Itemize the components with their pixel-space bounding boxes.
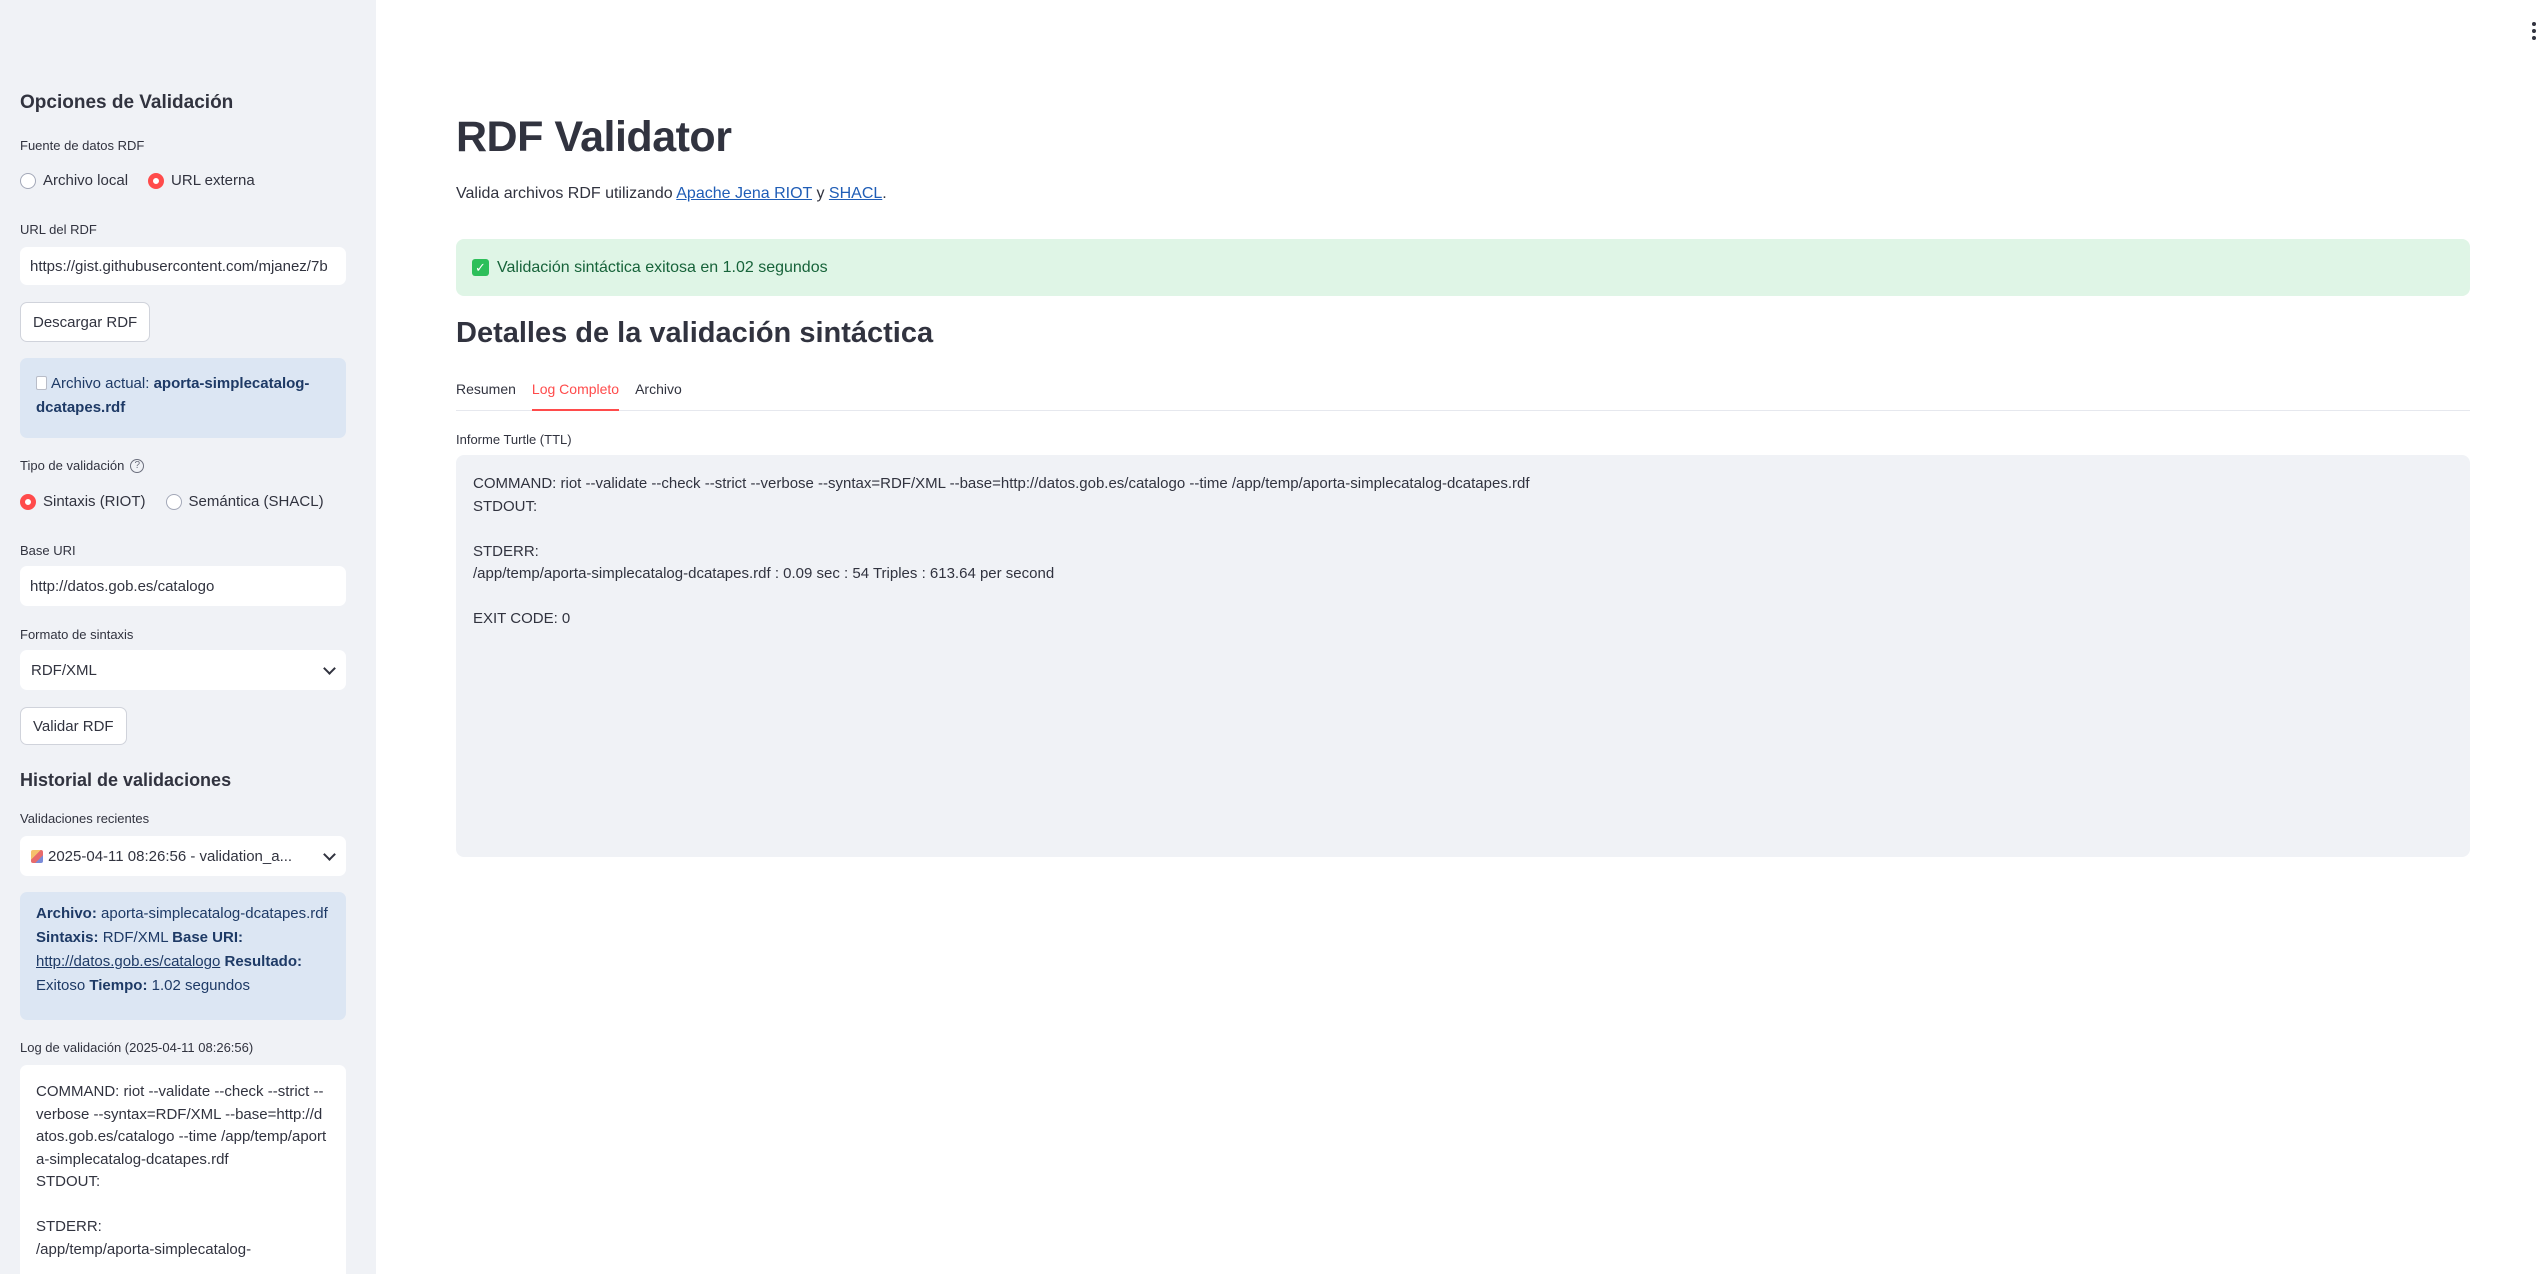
sidebar-title: Opciones de Validación [20,92,234,113]
radio-sintaxis[interactable]: Sintaxis (RIOT) [20,493,146,510]
success-alert: ✓ Validación sintáctica exitosa en 1.02 … [456,239,2470,296]
tab-log-completo[interactable]: Log Completo [531,381,620,411]
report-label: Informe Turtle (TTL) [456,432,572,447]
current-file-prefix: Archivo actual: [51,375,150,392]
radio-circle[interactable] [165,493,182,510]
validation-type-radio-group: Sintaxis (RIOT) Semántica (SHACL) [20,493,324,510]
tab-archivo[interactable]: Archivo [635,381,682,411]
radio-circle-selected[interactable] [20,493,36,510]
resultado-value: Exitoso [36,977,86,994]
source-radio-group: Archivo local URL externa [20,172,255,189]
archivo-label: Archivo: [36,905,97,922]
tiempo-label: Tiempo: [89,977,148,994]
details-tabs: Resumen Log Completo Archivo [456,381,2470,411]
base-uri-label: Base URI [20,543,76,558]
radio-label: Semántica (SHACL) [188,493,324,510]
syntax-format-label: Formato de sintaxis [20,627,134,642]
chevron-down-icon [323,847,336,861]
help-icon[interactable]: ? [130,458,145,473]
radio-circle-selected[interactable] [148,172,165,189]
check-icon: ✓ [472,259,489,276]
radio-circle[interactable] [20,172,36,189]
source-label: Fuente de datos RDF [20,138,145,153]
history-info: Archivo: aporta-simplecatalog-dcatapes.r… [20,892,346,1020]
vertical-ellipsis-icon[interactable] [2532,22,2536,40]
apache-jena-link[interactable]: Apache Jena RIOT [676,185,812,202]
base-uri-link[interactable]: http://datos.gob.es/catalogo [36,953,220,970]
history-title: Historial de validaciones [20,770,232,790]
recent-validations-label: Validaciones recientes [20,811,150,826]
sidebar: Opciones de Validación Fuente de datos R… [0,0,376,1274]
recent-validations-select[interactable]: 2025-04-11 08:26:56 - validation_a... [20,836,346,876]
validation-type-label: Tipo de validación ? [20,458,145,473]
recent-validations-value-wrap: 2025-04-11 08:26:56 - validation_a... [31,848,292,865]
validate-rdf-button[interactable]: Validar RDF [20,707,127,745]
sintaxis-value: RDF/XML [102,929,168,946]
sintaxis-label: Sintaxis: [36,929,99,946]
sidebar-log-textarea[interactable]: COMMAND: riot --validate --check --stric… [20,1065,346,1274]
details-title: Detalles de la validación sintáctica [456,317,934,349]
archivo-value: aporta-simplecatalog-dcatapes.rdf [101,905,328,922]
base-uri-info-label: Base URI: [172,929,244,946]
desc-mid: y [812,185,829,202]
shacl-link[interactable]: SHACL [829,185,882,202]
success-message: Validación sintáctica exitosa en 1.02 se… [497,258,828,276]
syntax-format-select[interactable]: RDF/XML [20,650,346,690]
chevron-down-icon [323,661,336,675]
url-input[interactable]: https://gist.githubusercontent.com/mjane… [20,247,346,285]
log-label: Log de validación (2025-04-11 08:26:56) [20,1040,254,1055]
radio-semantica[interactable]: Semántica (SHACL) [165,493,324,510]
radio-url-externa[interactable]: URL externa [148,172,255,189]
syntax-format-value: RDF/XML [31,661,97,679]
radio-archivo-local[interactable]: Archivo local [20,172,128,189]
radio-label: URL externa [171,172,255,189]
page-title: RDF Validator [456,113,732,161]
current-file-info: Archivo actual: aporta-simplecatalog-dca… [20,358,346,438]
page-description: Valida archivos RDF utilizando Apache Je… [456,185,887,203]
radio-label: Archivo local [43,172,129,189]
base-uri-input[interactable]: http://datos.gob.es/catalogo [20,566,346,606]
report-textarea[interactable]: COMMAND: riot --validate --check --stric… [456,455,2470,857]
validation-type-text: Tipo de validación [20,458,125,473]
resultado-label: Resultado: [224,953,302,970]
tab-resumen[interactable]: Resumen [456,381,516,411]
file-icon [36,376,47,390]
download-rdf-button[interactable]: Descargar RDF [20,302,151,342]
tiempo-value: 1.02 segundos [151,977,251,994]
desc-suffix: . [882,185,887,202]
url-label: URL del RDF [20,222,97,237]
edit-icon [31,849,43,863]
desc-prefix: Valida archivos RDF utilizando [456,185,677,202]
radio-label: Sintaxis (RIOT) [43,493,146,510]
recent-validations-value: 2025-04-11 08:26:56 - validation_a... [48,847,293,865]
